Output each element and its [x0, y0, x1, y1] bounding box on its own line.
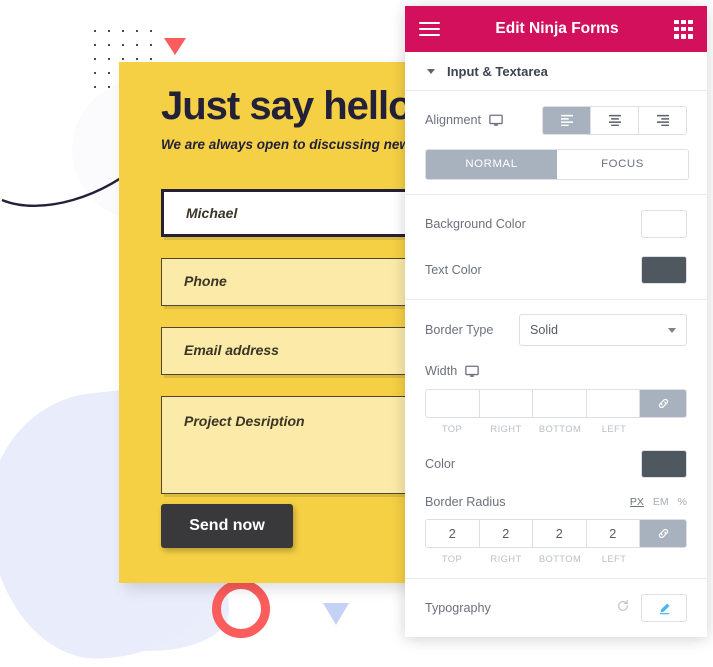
align-right-button[interactable]	[639, 106, 686, 134]
alignment-label-group: Alignment	[425, 113, 503, 127]
alignment-block: Alignment NORMAL FOCUS	[405, 91, 707, 195]
tab-focus[interactable]: FOCUS	[557, 150, 688, 179]
state-tabs: NORMAL FOCUS	[425, 149, 689, 180]
width-inputs	[425, 389, 687, 418]
chevron-down-icon	[668, 327, 676, 333]
colors-block: Background Color Text Color	[405, 195, 707, 300]
width-bottom-label: BOTTOM	[538, 423, 582, 434]
alignment-label: Alignment	[425, 113, 482, 127]
width-label-row: Width	[425, 362, 687, 380]
section-header-label: Input & Textarea	[447, 63, 548, 79]
width-top-input[interactable]	[426, 390, 480, 417]
border-radius-inputs	[425, 519, 687, 548]
radius-right-input[interactable]	[479, 520, 533, 547]
width-top-label: TOP	[441, 423, 463, 434]
typography-row: Typography	[425, 593, 687, 623]
width-right-label: RIGHT	[490, 423, 522, 434]
width-right-input[interactable]	[479, 390, 533, 417]
caret-down-icon	[427, 68, 435, 74]
text-color-label: Text Color	[425, 263, 482, 277]
border-radius-link-icon[interactable]	[640, 520, 686, 547]
unit-percent[interactable]: %	[678, 496, 687, 508]
red-triangle-decoration	[164, 38, 186, 55]
radius-bottom-label: BOTTOM	[538, 553, 582, 564]
editor-panel: Edit Ninja Forms Input & Textarea Alignm…	[405, 6, 707, 637]
width-label: Width	[425, 364, 458, 378]
width-link-icon[interactable]	[640, 390, 686, 417]
typography-label: Typography	[425, 601, 491, 615]
screenshot-stage: Just say hello We are always open to dis…	[0, 0, 713, 667]
width-label-group: Width	[425, 364, 479, 378]
radius-bottom-input[interactable]	[533, 520, 587, 547]
border-block: Border Type Solid Width TOP RIGHT BOTTOM…	[405, 300, 707, 579]
reset-icon[interactable]	[616, 599, 630, 618]
tab-normal[interactable]: NORMAL	[426, 150, 557, 179]
border-color-swatch[interactable]	[641, 450, 687, 478]
radius-top-input[interactable]	[426, 520, 480, 547]
monitor-icon[interactable]	[489, 114, 503, 127]
unit-em[interactable]: EM	[653, 496, 669, 508]
red-ring-decoration	[212, 580, 270, 638]
border-color-label: Color	[425, 457, 456, 471]
radius-left-label: LEFT	[601, 553, 627, 564]
width-bottom-input[interactable]	[533, 390, 587, 417]
panel-header: Edit Ninja Forms	[405, 6, 707, 52]
text-color-row: Text Color	[425, 255, 687, 285]
border-radius-units: PX EM %	[630, 496, 687, 508]
send-now-button[interactable]: Send now	[161, 504, 293, 548]
radius-right-label: RIGHT	[490, 553, 522, 564]
align-center-button[interactable]	[591, 106, 639, 134]
border-radius-corner-labels: TOP RIGHT BOTTOM LEFT	[425, 553, 687, 564]
section-header-input-textarea[interactable]: Input & Textarea	[405, 52, 707, 91]
border-type-label: Border Type	[425, 323, 494, 337]
border-color-row: Color	[425, 449, 687, 479]
border-type-value: Solid	[530, 323, 559, 337]
blue-triangle-decoration	[323, 603, 349, 625]
hamburger-icon[interactable]	[419, 18, 440, 40]
monitor-icon[interactable]	[465, 365, 479, 378]
grid-icon[interactable]	[674, 19, 693, 39]
background-color-row: Background Color	[425, 209, 687, 239]
background-color-swatch[interactable]	[641, 210, 687, 238]
unit-px[interactable]: PX	[630, 496, 644, 508]
form-subtitle: We are always open to discussing new	[161, 137, 410, 152]
border-type-select[interactable]: Solid	[519, 314, 687, 346]
width-corner-labels: TOP RIGHT BOTTOM LEFT	[425, 423, 687, 434]
panel-title: Edit Ninja Forms	[495, 20, 619, 37]
radius-left-input[interactable]	[586, 520, 640, 547]
width-left-label: LEFT	[601, 423, 627, 434]
background-color-label: Background Color	[425, 217, 526, 231]
border-type-row: Border Type Solid	[425, 314, 687, 346]
effects-block: Typography	[405, 579, 707, 637]
width-left-input[interactable]	[586, 390, 640, 417]
border-radius-label: Border Radius	[425, 495, 506, 509]
radius-top-label: TOP	[441, 553, 463, 564]
typography-controls	[616, 594, 687, 622]
form-title: Just say hello	[161, 84, 413, 128]
text-color-swatch[interactable]	[641, 256, 687, 284]
border-radius-header: Border Radius PX EM %	[425, 495, 687, 509]
pencil-icon	[659, 602, 670, 614]
alignment-row: Alignment	[425, 105, 687, 135]
align-left-button[interactable]	[543, 106, 591, 134]
typography-edit-button[interactable]	[641, 594, 687, 622]
alignment-button-group	[542, 105, 687, 135]
border-radius-control: Border Radius PX EM % 2 2 2 2 TOP RIGHT …	[425, 495, 687, 564]
width-dimension-control: TOP RIGHT BOTTOM LEFT	[425, 389, 687, 434]
